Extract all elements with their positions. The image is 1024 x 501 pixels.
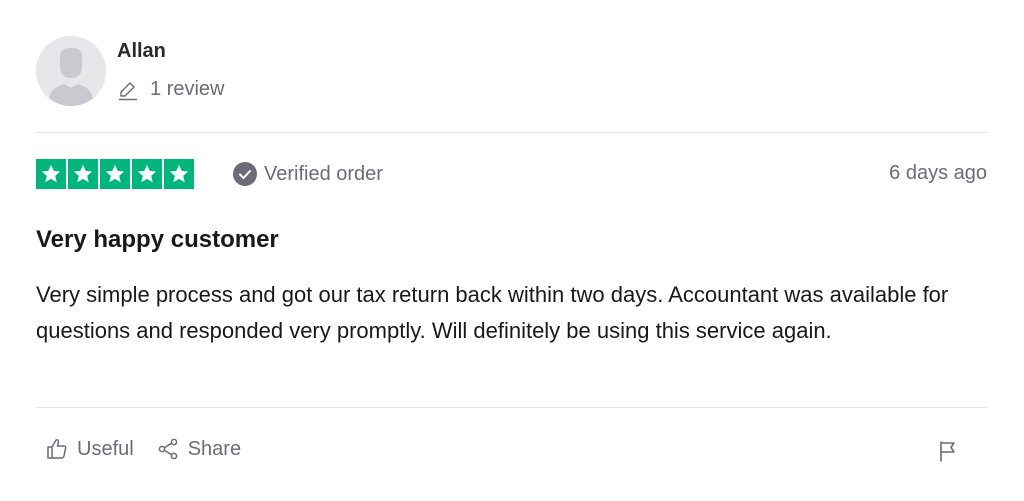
star-icon (100, 159, 130, 189)
share-label: Share (187, 437, 242, 460)
share-button[interactable]: Share (156, 437, 241, 461)
useful-button[interactable]: Useful (45, 437, 134, 461)
star-icon (68, 159, 98, 189)
thumbs-up-icon (47, 438, 67, 459)
useful-label: Useful (77, 437, 134, 460)
verified-label: Verified order (264, 162, 383, 185)
avatar-placeholder-icon (36, 36, 106, 106)
review-date: 6 days ago (889, 162, 987, 184)
star-icon (36, 159, 66, 189)
flag-icon[interactable] (937, 440, 959, 462)
verified-badge[interactable]: Verified order (233, 162, 383, 186)
review-card: Allan 1 review Verified order 6 days ago… (36, 0, 987, 501)
divider (36, 132, 987, 133)
avatar[interactable] (36, 36, 106, 106)
star-rating (36, 159, 194, 189)
pencil-icon (119, 81, 137, 100)
review-text: Very simple process and got our tax retu… (36, 282, 949, 343)
divider (36, 407, 987, 408)
star-icon (164, 159, 194, 189)
review-title[interactable]: Very happy customer (36, 226, 279, 254)
reviewer-name[interactable]: Allan (117, 40, 166, 63)
check-circle-icon (233, 162, 257, 186)
review-actions: Useful Share (45, 437, 241, 461)
review-count-label: 1 review (150, 78, 225, 100)
review-count: 1 review (117, 78, 224, 101)
share-icon (158, 438, 178, 460)
star-icon (132, 159, 162, 189)
